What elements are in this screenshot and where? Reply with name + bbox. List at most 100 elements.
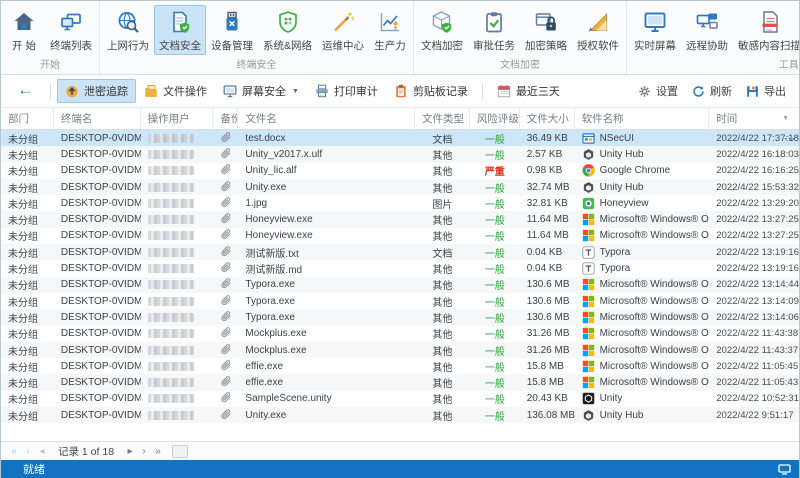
cell-software: Typora <box>575 244 710 260</box>
cell-risk: 一般 <box>484 183 505 195</box>
pager-prev-page-button[interactable]: ‹ <box>21 443 35 460</box>
col-header-backup[interactable]: 备份 <box>213 108 239 129</box>
redacted-username <box>147 133 194 143</box>
pager-extra-button[interactable] <box>172 444 189 458</box>
toolbar-button-export[interactable]: 导出 <box>741 79 791 103</box>
toolbar-button-file-operations[interactable]: 文件操作 <box>136 79 215 103</box>
ribbon-item-ops-center[interactable]: 运维中心 <box>317 5 369 55</box>
table-row[interactable]: 未分组 DESKTOP-0VIDMDJ test.docx 文档 一般 36.4… <box>1 130 799 147</box>
ribbon-item-terminal-list[interactable]: 终端列表 <box>45 5 97 55</box>
pager-first-button[interactable]: « <box>7 443 21 460</box>
chevron-down-icon: ▼ <box>292 87 299 95</box>
cell-department: 未分组 <box>8 346 38 358</box>
toolbar-button-refresh[interactable]: 刷新 <box>687 79 737 103</box>
table-row[interactable]: 未分组 DESKTOP-0VIDMDJ Typora.exe 其他 一般 130… <box>1 309 799 326</box>
cell-department: 未分组 <box>8 167 38 179</box>
table-row[interactable]: 未分组 DESKTOP-0VIDMDJ 测试新版.md 其他 一般 0.04 K… <box>1 260 799 276</box>
table-row[interactable]: 未分组 DESKTOP-0VIDMDJ 测试新版.txt 文档 一般 0.04 … <box>1 244 799 261</box>
pager-next-button[interactable]: ▸ <box>123 443 137 460</box>
redacted-username <box>147 247 194 257</box>
ops-center-icon <box>331 8 355 36</box>
toolbar-button-screen-security[interactable]: 屏幕安全 ▼ <box>215 79 307 103</box>
toolbar-button-print-audit[interactable]: 打印审计 <box>307 79 386 103</box>
col-header-filesize[interactable]: 文件大小 <box>520 108 575 129</box>
table-row[interactable]: 未分组 DESKTOP-0VIDMDJ SampleScene.unity 其他… <box>1 391 799 407</box>
cell-department: 未分组 <box>8 395 38 407</box>
cell-filesize: 2.57 KB <box>526 148 563 160</box>
table-row[interactable]: 未分组 DESKTOP-0VIDMDJ Mockplus.exe 其他 一般 3… <box>1 341 799 359</box>
toolbar-button-settings[interactable]: 设置 <box>633 79 683 103</box>
export-icon <box>746 85 759 98</box>
row-more-button[interactable]: ⋯ <box>784 130 796 146</box>
col-header-time[interactable]: 时间 ▼ <box>709 108 799 129</box>
table-row[interactable]: 未分组 DESKTOP-0VIDMDJ Honeyview.exe 其他 一般 … <box>1 211 799 228</box>
ribbon-item-authorized-software[interactable]: 授权软件 <box>572 5 624 55</box>
cell-department: 未分组 <box>8 216 38 228</box>
cell-filetype: 文档 <box>432 134 453 146</box>
toolbar-button-recent-three-days[interactable]: 最近三天 <box>489 79 568 103</box>
ribbon-item-start[interactable]: 开 始 <box>3 5 45 55</box>
cell-time: 2022/4/22 13:14:44 <box>716 279 799 291</box>
table-row[interactable]: 未分组 DESKTOP-0VIDMDJ Unity_lic.alf 其他 严重 … <box>1 163 799 179</box>
pager-next-page-button[interactable]: › <box>137 443 151 460</box>
ribbon-item-approval-tasks[interactable]: 审批任务 <box>468 5 520 55</box>
table-row[interactable]: 未分组 DESKTOP-0VIDMDJ Unity.exe 其他 一般 32.7… <box>1 178 799 196</box>
cell-backup <box>213 374 238 390</box>
table-row[interactable]: 未分组 DESKTOP-0VIDMDJ Mockplus.exe 其他 一般 3… <box>1 326 799 342</box>
ribbon-item-internet-behavior[interactable]: 上网行为 <box>102 5 154 55</box>
back-button[interactable]: ← <box>9 80 44 102</box>
col-header-filename[interactable]: 文件名 <box>238 108 415 129</box>
ribbon-item-document-security[interactable]: 文档安全 <box>154 5 206 55</box>
cell-risk: 一般 <box>484 346 505 358</box>
toolbar-button-clipboard-records[interactable]: 剪贴板记录 <box>386 79 476 103</box>
ribbon-item-realtime-screen[interactable]: 实时屏幕 <box>629 5 681 55</box>
cell-backup <box>213 195 238 211</box>
cell-risk: 一般 <box>484 411 505 423</box>
toolbar-button-leak-trace[interactable]: 泄密追踪 <box>57 79 136 103</box>
paperclip-icon <box>220 359 232 374</box>
cell-user <box>141 326 214 342</box>
cell-filename: Typora.exe <box>245 279 295 291</box>
cell-time: 2022/4/22 13:19:16 <box>716 246 799 258</box>
paperclip-icon <box>220 294 232 309</box>
table-row[interactable]: 未分组 DESKTOP-0VIDMDJ effie.exe 其他 一般 15.8… <box>1 374 799 391</box>
col-header-terminal[interactable]: 终端名 <box>54 108 141 129</box>
col-header-department[interactable]: 部门 <box>1 108 54 129</box>
col-header-filetype[interactable]: 文件类型 <box>415 108 470 129</box>
clipboard-record-icon <box>394 84 408 98</box>
table-row[interactable]: 未分组 DESKTOP-0VIDMDJ Unity.exe 其他 一般 136.… <box>1 407 799 424</box>
table-row[interactable]: 未分组 DESKTOP-0VIDMDJ Typora.exe 其他 一般 130… <box>1 293 799 309</box>
col-header-software[interactable]: 软件名称 <box>575 108 710 129</box>
paperclip-icon <box>220 163 232 178</box>
ribbon-group-label: 开始 <box>40 60 60 71</box>
cell-time: 2022/4/22 10:52:31 <box>716 393 799 405</box>
table-row[interactable]: 未分组 DESKTOP-0VIDMDJ Honeyview.exe 其他 一般 … <box>1 228 799 244</box>
windows-flag-icon <box>582 278 595 291</box>
cell-software: Microsoft® Windows® Oper... <box>575 309 709 325</box>
paperclip-icon <box>220 212 232 227</box>
cell-terminal: DESKTOP-0VIDMDJ <box>60 360 141 372</box>
table-row[interactable]: 未分组 DESKTOP-0VIDMDJ 1.jpg 图片 一般 32.81 KB… <box>1 195 799 211</box>
table-row[interactable]: 未分组 DESKTOP-0VIDMDJ effie.exe 其他 一般 15.8… <box>1 358 799 374</box>
ribbon-item-remote-assist[interactable]: 远程协助 <box>681 5 733 55</box>
pager-prev-button[interactable]: ◂ <box>35 443 49 460</box>
col-header-user[interactable]: 操作用户 <box>141 108 214 129</box>
redacted-username <box>147 264 194 274</box>
ribbon-item-productivity[interactable]: 生产力 <box>369 5 411 55</box>
statusbar-terminal-icon[interactable] <box>778 463 791 475</box>
col-header-risk[interactable]: 风险评级 <box>470 108 520 129</box>
ribbon-item-encrypt-policy[interactable]: 加密策略 <box>520 5 572 55</box>
paperclip-icon <box>220 343 232 358</box>
table-row[interactable]: 未分组 DESKTOP-0VIDMDJ Typora.exe 其他 一般 130… <box>1 276 799 293</box>
pager-last-button[interactable]: » <box>151 443 165 460</box>
ribbon-item-system-network[interactable]: 系统&网络 <box>258 5 317 55</box>
cell-software: Microsoft® Windows® Oper... <box>575 277 709 293</box>
table-row[interactable]: 未分组 DESKTOP-0VIDMDJ Unity_v2017.x.ulf 其他… <box>1 146 799 163</box>
ribbon-item-document-encrypt[interactable]: 文档加密 <box>416 5 468 55</box>
ribbon-item-device-management[interactable]: 设备管理 <box>206 5 258 55</box>
cell-backup <box>213 342 238 358</box>
ribbon-group-label: 终端安全 <box>236 60 277 71</box>
cell-backup <box>213 179 238 195</box>
paperclip-icon <box>220 131 232 146</box>
ribbon-item-sensitive-scan[interactable]: 敏感内容扫描 <box>733 5 799 55</box>
